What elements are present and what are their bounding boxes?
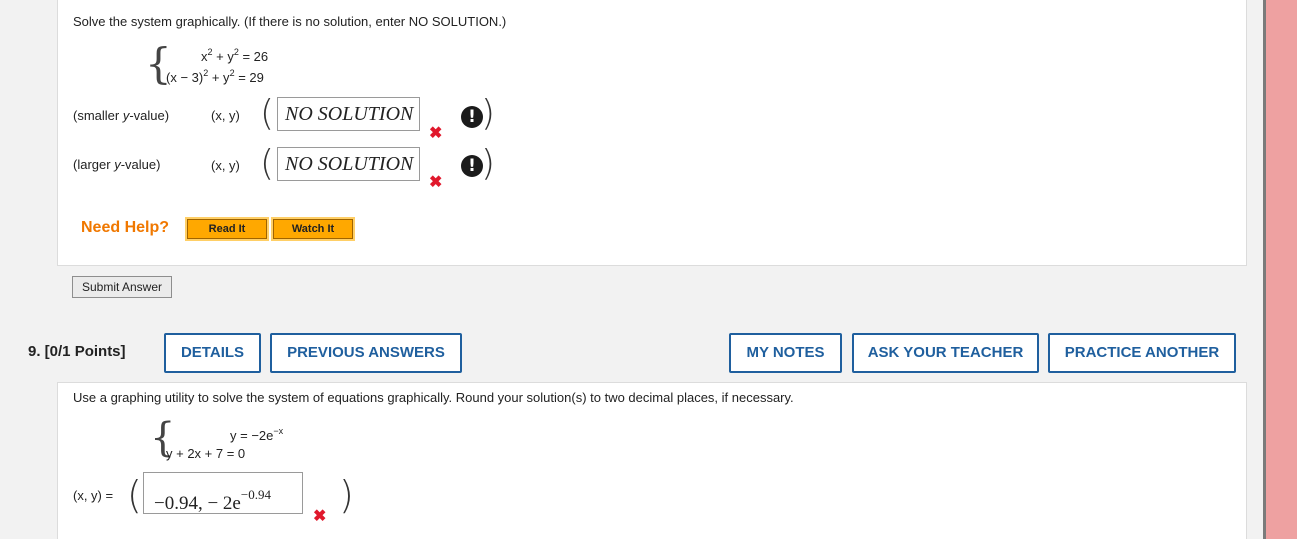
details-button[interactable]: DETAILS [164,333,261,373]
need-help-label: Need Help? [81,219,170,236]
question-9-prompt: Use a graphing utility to solve the syst… [73,390,794,405]
answer-input-q9[interactable]: −0.94, − 2e−0.94 [143,472,303,514]
xy-label-1: (x, y) [211,108,240,123]
read-it-button[interactable]: Read It [185,217,269,241]
answer-main: −0.94, − 2e [154,493,241,514]
answer-input-larger[interactable]: NO SOLUTION [277,147,420,181]
question-9-label: 9. [0/1 Points] [28,343,126,360]
submit-answer-button[interactable]: Submit Answer [72,276,172,298]
close-paren-1: ) [481,93,496,134]
ask-your-teacher-button[interactable]: ASK YOUR TEACHER [852,333,1039,373]
right-edge-strip [1263,0,1297,539]
practice-another-button[interactable]: PRACTICE ANOTHER [1048,333,1236,373]
watch-it-button[interactable]: Watch It [271,217,355,241]
equation-2: y + 2x + 7 = 0 [166,446,246,461]
question-8-prompt: Solve the system graphically. (If there … [73,14,507,29]
close-paren-3: ) [339,473,354,517]
equation-2: (x − 3)2 + y2 = 29 [166,68,264,85]
open-paren-2: ( [260,143,275,184]
answer-input-smaller[interactable]: NO SOLUTION [277,97,420,131]
equation-1: y = −2e−x [230,426,284,443]
x-mark-icon: ✖ [429,174,443,191]
x-mark-icon: ✖ [429,125,443,142]
previous-answers-button[interactable]: PREVIOUS ANSWERS [270,333,462,373]
xy-label-2: (x, y) [211,158,240,173]
x-mark-icon: ✖ [313,508,327,525]
open-paren-1: ( [260,93,275,134]
my-notes-button[interactable]: MY NOTES [729,333,842,373]
xy-equals-label: (x, y) = [73,488,114,503]
answer-exp: −0.94 [240,487,271,502]
open-paren-3: ( [127,473,142,517]
exclamation-icon[interactable]: ! [461,155,483,177]
exclamation-icon[interactable]: ! [461,106,483,128]
close-paren-2: ) [481,143,496,184]
larger-y-label: (larger y-value) [73,157,161,172]
smaller-y-label: (smaller y-value) [73,108,170,123]
question-9-header: 9. [0/1 Points] DETAILS PREVIOUS ANSWERS… [14,325,1247,382]
equation-1: x2 + y2 = 26 [201,47,269,64]
